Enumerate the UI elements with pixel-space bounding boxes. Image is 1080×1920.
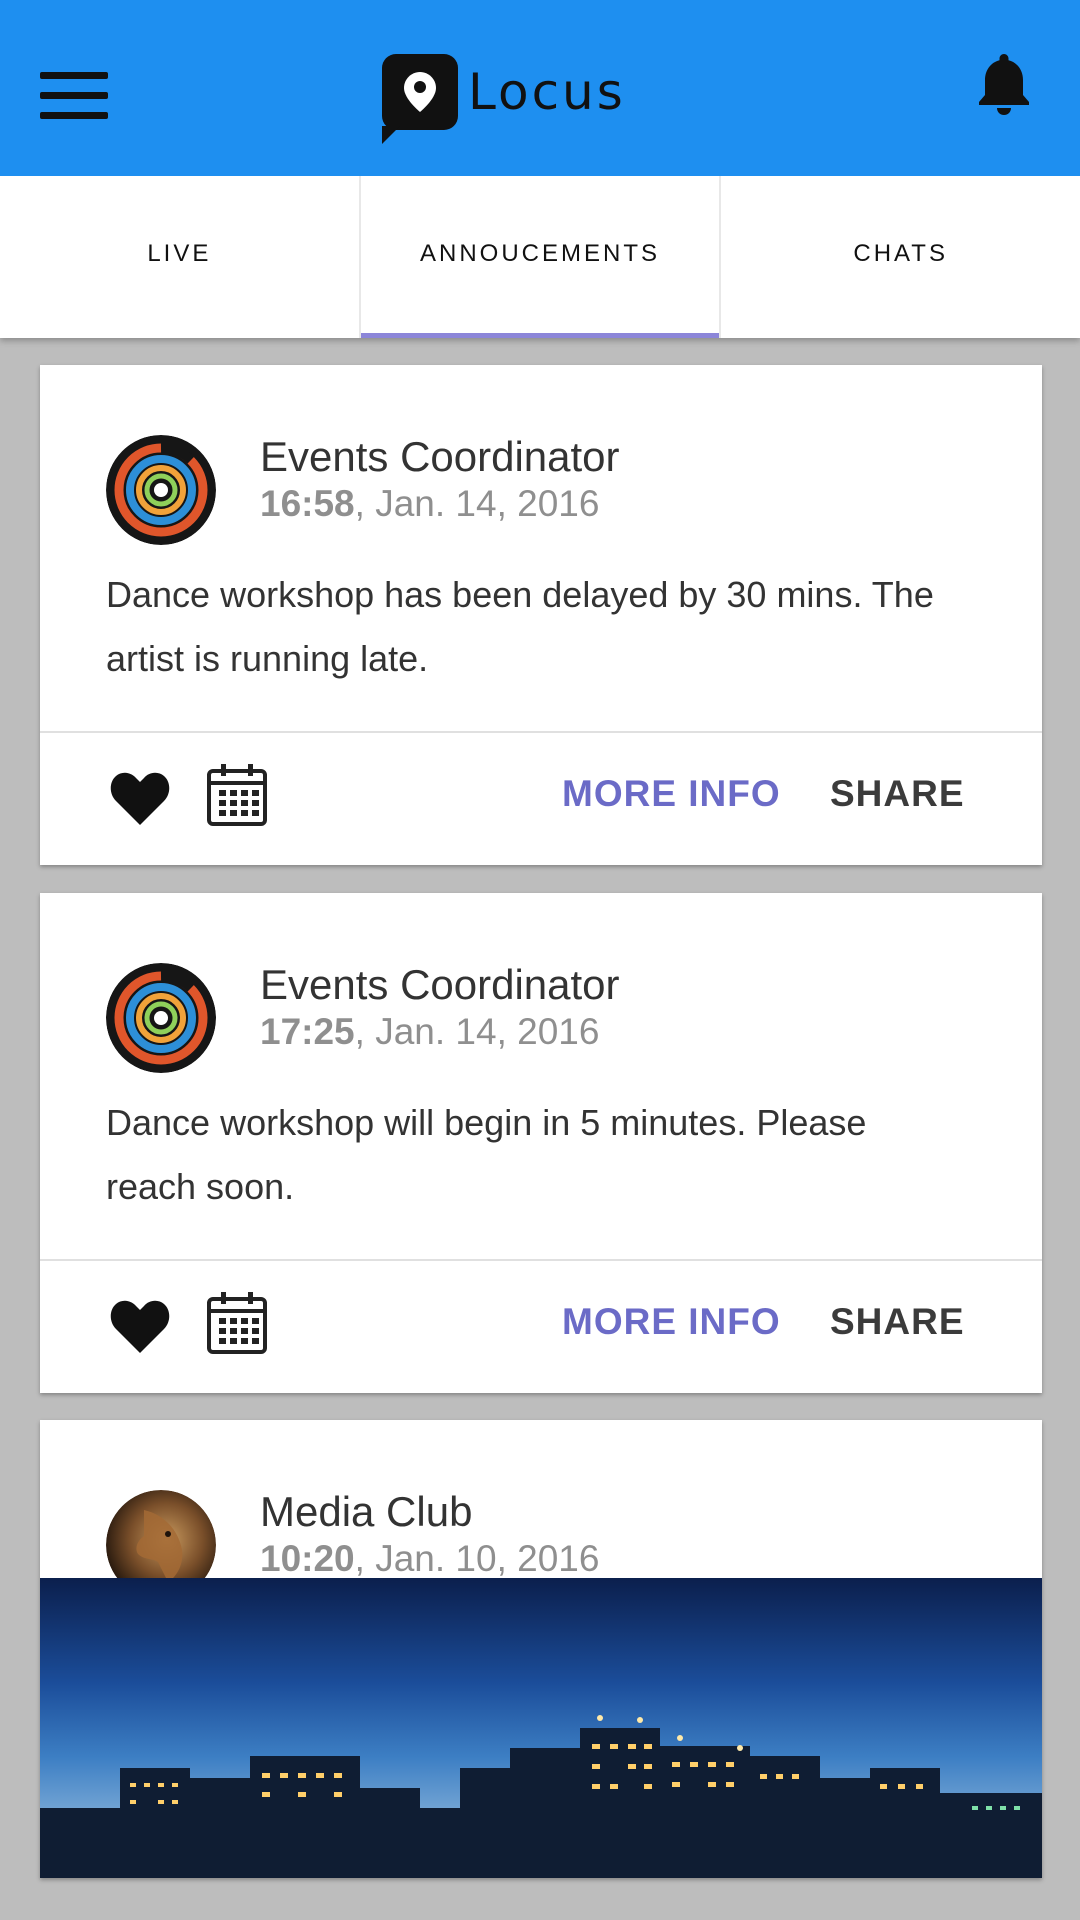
tab-live[interactable]: LIVE (0, 176, 361, 338)
post-date: , Jan. 10, 2016 (354, 1538, 600, 1579)
tab-announcements[interactable]: ANNOUCEMENTS (360, 176, 722, 338)
announcement-feed[interactable]: Events Coordinator 16:58, Jan. 14, 2016 … (0, 338, 1080, 1920)
share-button[interactable]: SHARE (830, 1301, 965, 1343)
post-author: Events Coordinator (260, 961, 620, 1008)
heart-icon[interactable] (110, 771, 170, 827)
post-author: Events Coordinator (260, 433, 620, 480)
announcement-card: Events Coordinator 17:25, Jan. 14, 2016 … (40, 893, 1042, 1393)
post-time: 10:20 (260, 1538, 355, 1579)
card-actions: MORE INFO SHARE (40, 1259, 1042, 1393)
post-timestamp: 10:20, Jan. 10, 2016 (260, 1538, 599, 1580)
card-header: Events Coordinator 16:58, Jan. 14, 2016 (40, 365, 1042, 545)
avatar (106, 963, 216, 1073)
app-title: Locus (468, 63, 626, 121)
card-actions: MORE INFO SHARE (40, 731, 1042, 865)
card-header: Media Club 10:20, Jan. 10, 2016 (40, 1420, 1042, 1600)
announcement-card: Events Coordinator 16:58, Jan. 14, 2016 … (40, 365, 1042, 865)
more-info-button[interactable]: MORE INFO (562, 1301, 781, 1343)
post-timestamp: 16:58, Jan. 14, 2016 (260, 483, 599, 525)
menu-icon[interactable] (40, 72, 108, 122)
post-time: 16:58 (260, 483, 355, 524)
location-pin-icon (382, 54, 458, 144)
post-date: , Jan. 14, 2016 (354, 483, 600, 524)
avatar (106, 435, 216, 545)
post-photo[interactable] (40, 1578, 1042, 1878)
app-bar: Locus (0, 0, 1080, 176)
announcement-card: Media Club 10:20, Jan. 10, 2016 (40, 1420, 1042, 1878)
post-date: , Jan. 14, 2016 (354, 1011, 600, 1052)
tab-chats[interactable]: CHATS (721, 176, 1080, 338)
calendar-icon[interactable] (206, 763, 268, 827)
post-author: Media Club (260, 1488, 473, 1535)
heart-icon[interactable] (110, 1299, 170, 1355)
card-header: Events Coordinator 17:25, Jan. 14, 2016 (40, 893, 1042, 1073)
post-body: Dance workshop has been delayed by 30 mi… (106, 574, 934, 679)
app-logo: Locus (382, 54, 626, 154)
tab-bar: LIVE ANNOUCEMENTS CHATS (0, 176, 1080, 338)
post-time: 17:25 (260, 1011, 355, 1052)
post-timestamp: 17:25, Jan. 14, 2016 (260, 1011, 599, 1053)
post-body: Dance workshop will begin in 5 minutes. … (106, 1102, 867, 1207)
more-info-button[interactable]: MORE INFO (562, 773, 781, 815)
share-button[interactable]: SHARE (830, 773, 965, 815)
calendar-icon[interactable] (206, 1291, 268, 1355)
bell-icon[interactable] (976, 50, 1036, 120)
